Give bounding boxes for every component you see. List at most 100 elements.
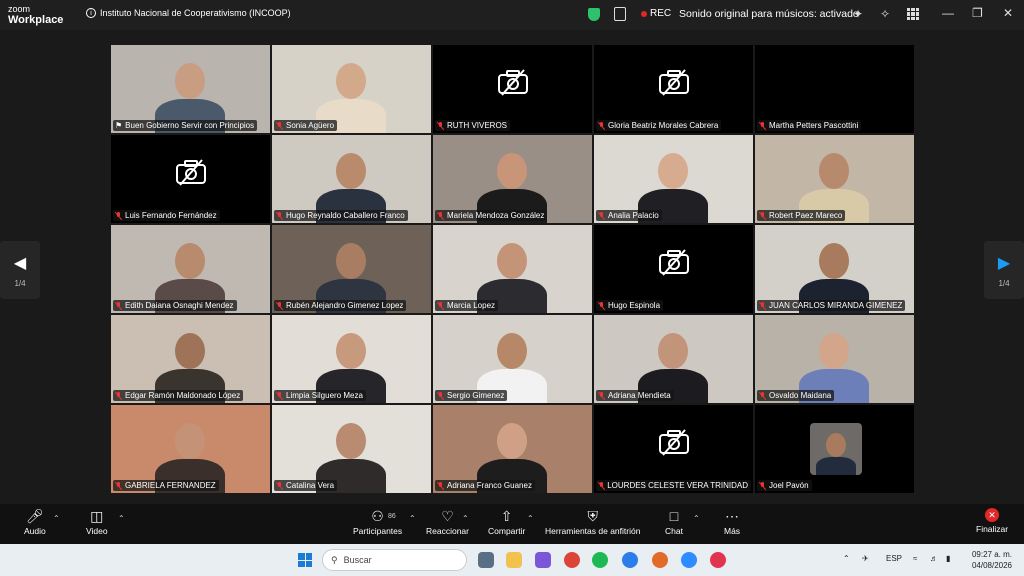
participant-tile[interactable]: LOURDES CELESTE VERA TRINIDAD <box>594 405 753 493</box>
participant-tile[interactable]: ⚑ Buen Gobierno Servir con Principios <box>111 45 270 133</box>
participant-name-tag: Joel Pavón <box>757 480 812 491</box>
participant-tile[interactable]: Hugo Reynaldo Caballero Franco <box>272 135 431 223</box>
minimize-button[interactable]: — <box>942 6 954 20</box>
participant-tile[interactable]: Gloria Beatriz Morales Cabrera <box>594 45 753 133</box>
meeting-title: Instituto Nacional de Cooperativismo (IN… <box>100 8 291 18</box>
chat-options-chevron-icon[interactable]: ⌃ <box>693 514 700 523</box>
previous-page-button[interactable]: ◀ 1/4 <box>0 241 40 299</box>
tray-app-icon[interactable]: ✈ <box>862 554 869 563</box>
wifi-icon[interactable]: ≈ <box>913 554 917 563</box>
edge-icon[interactable] <box>622 552 638 568</box>
participant-tile[interactable]: RUTH VIVEROS <box>433 45 592 133</box>
participant-tile[interactable]: Luis Fernando Fernández <box>111 135 270 223</box>
file-explorer-icon[interactable] <box>506 552 522 568</box>
camera-off-icon <box>175 159 206 186</box>
participant-tile[interactable]: Analia Palacio <box>594 135 753 223</box>
magic-wand-icon[interactable]: ✦ <box>853 7 863 21</box>
search-icon: ⚲ <box>331 554 338 565</box>
sparkle-icon[interactable]: ✧ <box>880 7 890 21</box>
language-indicator[interactable]: ESP <box>886 554 902 563</box>
battery-icon[interactable]: ▮ <box>946 554 950 563</box>
participant-name: Osvaldo Maidana <box>769 391 832 400</box>
chat-button[interactable]: □ Chat <box>665 508 683 536</box>
participants-options-chevron-icon[interactable]: ⌃ <box>409 514 416 523</box>
taskbar-search-box[interactable]: ⚲ Buscar <box>322 549 467 571</box>
react-options-chevron-icon[interactable]: ⌃ <box>462 514 469 523</box>
participant-tile[interactable]: Sergio Gimenez <box>433 315 592 403</box>
video-button[interactable]: ◫ Video <box>86 508 108 536</box>
audio-button[interactable]: 🎤︎ Audio <box>24 508 46 536</box>
participant-tile[interactable]: Limpia Silguero Meza <box>272 315 431 403</box>
participant-tile[interactable]: Mariela Mendoza González <box>433 135 592 223</box>
original-sound-status[interactable]: Sonido original para músicos: activado <box>679 8 859 20</box>
participant-tile[interactable]: JUAN CARLOS MIRANDA GIMENEZ <box>755 225 914 313</box>
mic-muted-icon <box>598 211 605 220</box>
spotify-icon[interactable] <box>592 552 608 568</box>
participant-name: Martha Petters Pascottini <box>769 121 859 130</box>
participant-tile[interactable]: Edith Daiana Osnaghi Mendez <box>111 225 270 313</box>
participant-name-tag: Marcia Lopez <box>435 300 499 311</box>
more-button[interactable]: ⋯ Más <box>724 508 740 536</box>
share-options-chevron-icon[interactable]: ⌃ <box>527 514 534 523</box>
participant-tile[interactable]: Adriana Franco Guanez <box>433 405 592 493</box>
participant-tile[interactable]: Martha Petters Pascottini <box>755 45 914 133</box>
snipping-tool-icon[interactable] <box>535 552 551 568</box>
volume-icon[interactable]: ♬ <box>930 554 938 563</box>
participant-name: Robert Paez Mareco <box>769 211 843 220</box>
chrome-icon[interactable] <box>564 552 580 568</box>
participant-name-tag: Edith Daiana Osnaghi Mendez <box>113 300 237 311</box>
windows-start-icon[interactable] <box>298 553 312 567</box>
participant-tile[interactable]: Joel Pavón <box>755 405 914 493</box>
mic-muted-icon <box>276 481 283 490</box>
mic-muted-icon <box>276 121 283 130</box>
security-shield-icon[interactable] <box>588 8 600 21</box>
next-page-button[interactable]: ▶ 1/4 <box>984 241 1024 299</box>
app-icon[interactable] <box>710 552 726 568</box>
chrome-profile-icon[interactable] <box>652 552 668 568</box>
meeting-toolbar: 🎤︎ Audio ⌃ ◫ Video ⌃ ⚇ Participantes 86 … <box>0 504 1024 544</box>
participant-tile[interactable]: Osvaldo Maidana <box>755 315 914 403</box>
participant-tile[interactable]: Edgar Ramón Maldonado López <box>111 315 270 403</box>
participant-name-tag: LOURDES CELESTE VERA TRINIDAD <box>596 480 751 491</box>
participant-name: Edith Daiana Osnaghi Mendez <box>125 301 234 310</box>
participant-tile[interactable]: Marcia Lopez <box>433 225 592 313</box>
participant-name-tag: GABRIELA FERNANDEZ <box>113 480 219 491</box>
participant-tile[interactable]: GABRIELA FERNANDEZ <box>111 405 270 493</box>
participants-icon: ⚇ <box>371 508 384 524</box>
calculator-app-icon[interactable] <box>478 552 494 568</box>
tray-chevron-icon[interactable]: ⌃ <box>843 554 850 563</box>
participant-name-tag: Sergio Gimenez <box>435 390 508 401</box>
heart-icon: ♡ <box>441 508 454 524</box>
video-options-chevron-icon[interactable]: ⌃ <box>118 514 125 523</box>
audio-options-chevron-icon[interactable]: ⌃ <box>53 514 60 523</box>
video-gallery: ⚑ Buen Gobierno Servir con Principios Soni… <box>111 45 914 497</box>
zoom-app-icon[interactable] <box>681 552 697 568</box>
share-button[interactable]: ⇧ Compartir <box>488 508 525 536</box>
gallery-view-icon[interactable] <box>907 8 919 20</box>
restore-button[interactable]: ❐ <box>972 6 983 20</box>
host-tools-button[interactable]: ⛨ Herramientas de anfitrión <box>545 508 640 536</box>
share-screen-icon: ⇧ <box>500 508 513 524</box>
participant-name: Adriana Franco Guanez <box>447 481 532 490</box>
meeting-info[interactable]: i Instituto Nacional de Cooperativismo (… <box>86 8 291 18</box>
camera-off-icon <box>658 249 689 276</box>
mic-muted-icon <box>759 211 766 220</box>
participant-tile[interactable]: Rubén Alejandro Gimenez Lopez <box>272 225 431 313</box>
info-icon[interactable]: i <box>86 8 96 18</box>
participant-tile[interactable]: Robert Paez Mareco <box>755 135 914 223</box>
participant-tile[interactable]: Catalina Vera <box>272 405 431 493</box>
microphone-icon: 🎤︎ <box>25 508 44 524</box>
record-dot-icon <box>641 10 647 17</box>
participant-name: Rubén Alejandro Gimenez Lopez <box>286 301 404 310</box>
taskbar-clock[interactable]: 09:27 a. m. 04/08/2026 <box>972 549 1012 571</box>
close-button[interactable]: ✕ <box>1003 6 1013 20</box>
participant-tile[interactable]: Sonia Agüero <box>272 45 431 133</box>
participant-tile[interactable]: Hugo Espinola <box>594 225 753 313</box>
recording-indicator[interactable]: REC <box>641 8 671 19</box>
end-meeting-button[interactable]: ✕ Finalizar <box>976 508 1008 534</box>
windows-taskbar: ⚲ Buscar ⌃ ✈ ESP ≈ ♬ ▮ 09:27 a. m. 04/08… <box>0 544 1024 576</box>
participant-name: JUAN CARLOS MIRANDA GIMENEZ <box>769 301 903 310</box>
participant-tile[interactable]: Adriana Mendieta <box>594 315 753 403</box>
notes-icon[interactable] <box>614 7 626 21</box>
mic-muted-icon <box>115 481 122 490</box>
